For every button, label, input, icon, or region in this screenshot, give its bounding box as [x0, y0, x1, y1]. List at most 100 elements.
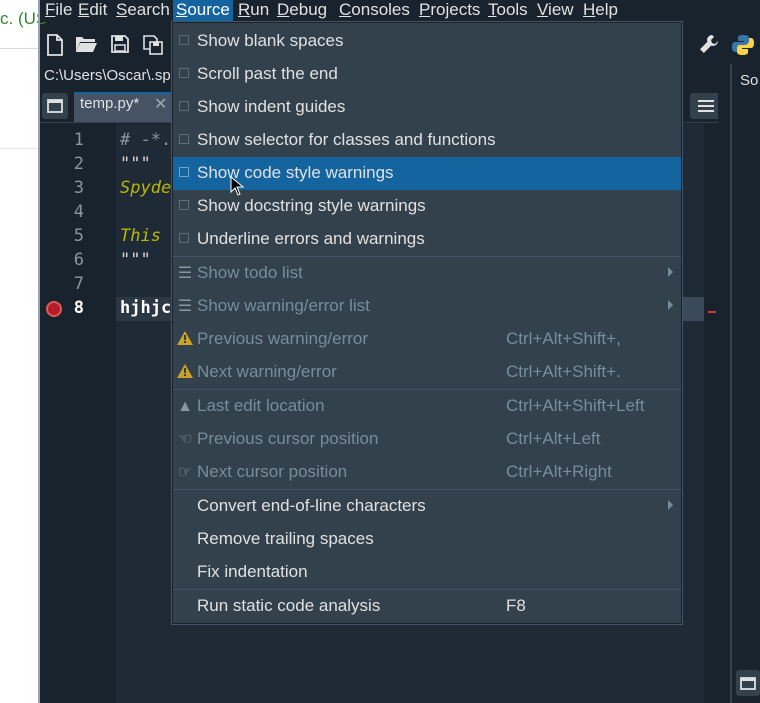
menu-item-next-warning[interactable]: Next warning/error Ctrl+Alt+Shift+. [173, 356, 681, 389]
menu-view[interactable]: View [534, 0, 577, 22]
menu-source[interactable]: Source [173, 0, 233, 22]
wrench-icon[interactable] [698, 34, 720, 56]
line-number: 1 [73, 130, 84, 150]
menu-item-label: Run static code analysis [197, 596, 381, 615]
warning-icon [175, 330, 195, 350]
submenu-arrow-icon [668, 300, 673, 310]
source-menu: Show blank spaces Scroll past the end Sh… [172, 22, 682, 624]
pane-splitter[interactable] [718, 64, 730, 703]
line-number: 5 [73, 226, 84, 246]
hand-right-icon: ☞ [177, 464, 193, 481]
menu-item-label: Show code style warnings [197, 163, 394, 182]
line-number: 2 [73, 154, 84, 174]
menu-debug[interactable]: Debug [274, 0, 330, 22]
menu-item-fix-indentation[interactable]: Fix indentation [173, 556, 681, 589]
new-file-icon[interactable] [44, 34, 66, 56]
menu-consoles[interactable]: Consoles [336, 0, 413, 22]
window-icon [47, 99, 63, 113]
menu-item-shortcut: Ctrl+Alt+Shift+. [506, 362, 621, 381]
submenu-arrow-icon [668, 500, 673, 510]
menu-item-run-static-analysis[interactable]: Run static code analysis F8 [173, 590, 681, 623]
warning-list-icon: ☰ [177, 298, 193, 315]
last-edit-icon: ▲ [177, 398, 193, 415]
checkbox[interactable] [179, 134, 189, 144]
menu-item-convert-eol[interactable]: Convert end-of-line characters [173, 490, 681, 523]
save-icon[interactable] [109, 34, 131, 56]
menubar: File Edit Search Source Run Debug Consol… [40, 0, 760, 22]
mouse-cursor-icon [230, 175, 245, 201]
menu-item-shortcut: Ctrl+Alt+Right [506, 462, 612, 481]
line-number: 6 [73, 250, 84, 270]
window-icon [740, 677, 756, 690]
hand-left-icon: ☜ [177, 431, 193, 448]
menu-item-show-blank-spaces[interactable]: Show blank spaces [173, 25, 681, 58]
checkbox[interactable] [179, 68, 189, 78]
scrollbar-thumb[interactable] [682, 297, 704, 321]
menu-item-show-docstring-warnings[interactable]: Show docstring style warnings [173, 190, 681, 223]
menu-item-label: Show selector for classes and functions [197, 130, 496, 149]
checkbox[interactable] [179, 35, 189, 45]
right-pane [730, 64, 760, 703]
menu-item-show-code-style-warnings[interactable]: Show code style warnings [173, 157, 681, 190]
editor-scrollbar[interactable] [704, 124, 718, 703]
menu-item-scroll-past-end[interactable]: Scroll past the end [173, 58, 681, 91]
menu-item-label: Last edit location [197, 396, 325, 415]
error-marker [708, 311, 716, 313]
code-line: This [120, 226, 161, 246]
menu-item-label: Next cursor position [197, 462, 348, 481]
file-path: C:\Users\Oscar\.sp [44, 67, 171, 84]
menu-edit[interactable]: Edit [75, 0, 110, 22]
menu-item-label: Convert end-of-line characters [197, 496, 426, 515]
save-all-icon[interactable] [142, 34, 164, 56]
menu-item-shortcut: Ctrl+Alt+Shift+Left [506, 396, 645, 415]
menu-item-shortcut: Ctrl+Alt+Shift+, [506, 329, 621, 348]
python-icon[interactable] [732, 34, 754, 56]
menu-projects[interactable]: Projects [416, 0, 483, 22]
menu-item-previous-cursor[interactable]: ☜ Previous cursor position Ctrl+Alt+Left [173, 423, 681, 456]
close-icon[interactable]: ✕ [154, 94, 167, 114]
todo-list-icon: ☰ [177, 265, 193, 282]
menu-item-label: Show todo list [197, 263, 303, 282]
menu-item-previous-warning[interactable]: Previous warning/error Ctrl+Alt+Shift+, [173, 323, 681, 356]
checkbox[interactable] [179, 167, 189, 177]
line-number: 3 [73, 178, 84, 198]
menu-item-show-warning-list[interactable]: ☰ Show warning/error list [173, 290, 681, 323]
checkbox[interactable] [179, 233, 189, 243]
menu-run[interactable]: Run [235, 0, 272, 22]
menu-file[interactable]: File [42, 0, 75, 22]
checkbox[interactable] [179, 200, 189, 210]
menu-search[interactable]: Search [113, 0, 173, 22]
background-divider [0, 148, 38, 149]
submenu-arrow-icon [668, 267, 673, 277]
warning-icon [175, 363, 195, 383]
menu-item-label: Show blank spaces [197, 31, 344, 50]
code-line: # -*. [120, 130, 172, 150]
pane-options-button[interactable] [736, 670, 760, 696]
menu-item-show-todo-list[interactable]: ☰ Show todo list [173, 257, 681, 290]
open-folder-icon[interactable] [74, 34, 97, 56]
error-icon[interactable] [46, 301, 62, 317]
hamburger-icon [698, 100, 714, 112]
menu-item-show-indent-guides[interactable]: Show indent guides [173, 91, 681, 124]
right-pane-label: So [740, 72, 759, 89]
menu-item-show-selector[interactable]: Show selector for classes and functions [173, 124, 681, 157]
menu-item-next-cursor[interactable]: ☞ Next cursor position Ctrl+Alt+Right [173, 456, 681, 489]
line-number: 8 [73, 298, 84, 318]
line-number: 4 [73, 202, 84, 222]
menu-item-last-edit-location[interactable]: ▲ Last edit location Ctrl+Alt+Shift+Left [173, 390, 681, 423]
menu-item-shortcut: Ctrl+Alt+Left [506, 429, 601, 448]
menu-item-label: Scroll past the end [197, 64, 338, 83]
browse-tabs-button[interactable] [42, 93, 68, 119]
menu-item-label: Previous cursor position [197, 429, 379, 448]
menu-item-label: Remove trailing spaces [197, 529, 374, 548]
code-line: Spyde [120, 178, 172, 198]
menu-item-remove-trailing-spaces[interactable]: Remove trailing spaces [173, 523, 681, 556]
menu-item-label: Show indent guides [197, 97, 346, 116]
menu-help[interactable]: Help [580, 0, 621, 22]
code-line: hjhjc [120, 298, 172, 318]
menu-item-label: Fix indentation [197, 562, 308, 581]
code-line: """ [120, 250, 151, 270]
menu-tools[interactable]: Tools [485, 0, 531, 22]
menu-item-underline-errors[interactable]: Underline errors and warnings [173, 223, 681, 256]
checkbox[interactable] [179, 101, 189, 111]
